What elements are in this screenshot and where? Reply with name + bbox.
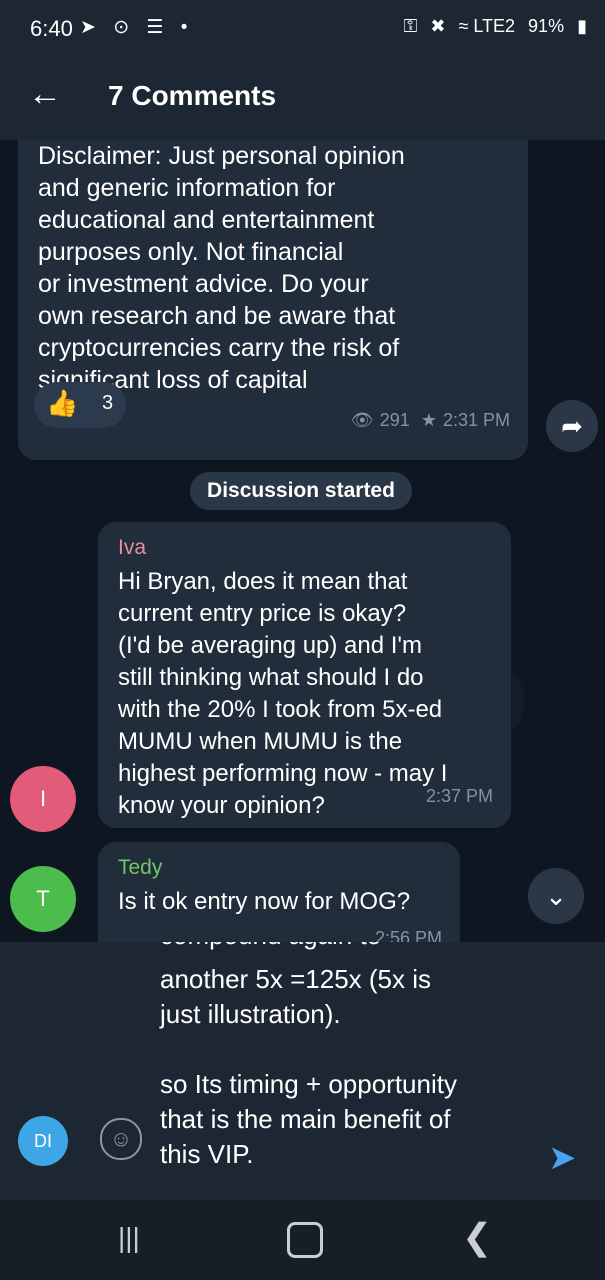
app-header: ← 7 Comments [0, 60, 605, 140]
avatar[interactable]: I [10, 766, 76, 832]
eye-icon: 👁 [350, 410, 374, 430]
notification-icons: ➤ ⊙ ☰ • [80, 17, 194, 38]
send-as-avatar[interactable]: DI [18, 1116, 68, 1166]
pin-icon: ★ [420, 410, 437, 430]
sender-name[interactable]: Iva [118, 536, 146, 560]
system-icons: ⚿ ✖ ≈ LTE2 91% ▮ [396, 16, 587, 37]
chat-area[interactable]: Disclaimer: Just personal opinion and ge… [0, 140, 605, 942]
back-icon[interactable]: ❮ [462, 1216, 492, 1258]
page-title: 7 Comments [108, 80, 277, 111]
battery-percent: 91% [528, 16, 565, 36]
recent-apps-icon[interactable]: ||| [118, 1222, 140, 1254]
message-text: Is it ok entry now for MOG? [118, 888, 411, 915]
post-meta: 👁 291 ★ 2:31 PM [345, 410, 510, 431]
mute-icon: ✖ [430, 16, 446, 36]
post-text: Disclaimer: Just personal opinion and ge… [38, 142, 405, 394]
composer-clipped-line: compound again to [160, 942, 460, 950]
key-icon: ⚿ [403, 16, 418, 36]
send-icon[interactable]: ➤ [548, 1138, 588, 1178]
signal-icon: ≈ LTE2 [458, 16, 516, 36]
message-time: 2:56 PM [374, 928, 442, 942]
message-composer[interactable]: compound again to another 5x =125x (5x i… [0, 942, 605, 1200]
thumbs-up-icon: 👍 [46, 388, 79, 418]
message-input[interactable]: another 5x =125x (5x is just illustratio… [160, 962, 540, 1172]
view-count: 291 [379, 410, 410, 430]
composer-clipped-text: compound again to [160, 942, 460, 950]
reaction-thumbs-up[interactable]: 👍 3 [34, 382, 126, 428]
status-bar: 6:40 ➤ ⊙ ☰ • ⚿ ✖ ≈ LTE2 91% ▮ [0, 0, 605, 60]
message-text: Hi Bryan, does it mean that current entr… [118, 568, 448, 819]
system-nav-bar: ||| ❮ [0, 1200, 605, 1280]
chevron-down-icon[interactable]: ⌄ [528, 868, 584, 924]
discussion-started-label: Discussion started [190, 472, 412, 510]
sender-name[interactable]: Tedy [118, 856, 162, 880]
reaction-count: 3 [102, 392, 114, 414]
post-time: 2:31 PM [442, 410, 510, 430]
channel-post[interactable]: Disclaimer: Just personal opinion and ge… [18, 140, 528, 460]
message-time: 2:37 PM [425, 786, 493, 806]
status-time: 6:40 [30, 16, 73, 41]
message-bubble[interactable]: Tedy Is it ok entry now for MOG? 2:56 PM [98, 842, 460, 942]
avatar[interactable]: T [10, 866, 76, 932]
back-arrow-icon[interactable]: ← [28, 74, 68, 114]
share-icon[interactable]: ➦ [546, 400, 598, 452]
message-bubble[interactable]: Iva Hi Bryan, does it mean that current … [98, 522, 511, 828]
home-icon[interactable] [287, 1222, 323, 1258]
emoji-icon[interactable]: ☺ [100, 1118, 142, 1160]
battery-icon: ▮ [577, 16, 587, 36]
